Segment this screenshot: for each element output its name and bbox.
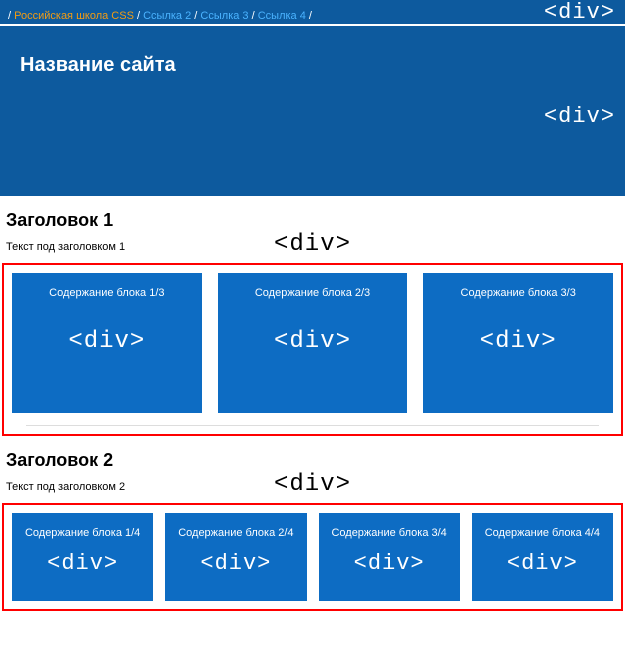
nav-div-tag: <div>: [544, 0, 615, 25]
block-div-tag: <div>: [354, 551, 425, 576]
block-label: Содержание блока 3/4: [319, 527, 460, 539]
section-2: Заголовок 2 Текст под заголовком 2 <div>: [0, 438, 625, 497]
header: Название сайта <div>: [0, 26, 625, 198]
block-2-4: Содержание блока 2/4 <div>: [165, 513, 306, 601]
block-2-3: Содержание блока 2/3 <div>: [218, 273, 408, 413]
row-4cols: Содержание блока 1/4 <div> Содержание бл…: [12, 513, 613, 601]
block-div-tag: <div>: [507, 551, 578, 576]
block-label: Содержание блока 2/3: [218, 287, 408, 299]
section2-div-tag: <div>: [274, 471, 351, 498]
nav-sep: /: [309, 10, 312, 22]
nav-link-1[interactable]: Российская школа CSS: [14, 10, 134, 22]
subtitle-wrapper-1: Текст под заголовком 1 <div>: [6, 241, 619, 253]
block-3-3: Содержание блока 3/3 <div>: [423, 273, 613, 413]
block-1-4: Содержание блока 1/4 <div>: [12, 513, 153, 601]
nav-links: / Российская школа CSS / Ссылка 2 / Ссыл…: [8, 10, 312, 22]
nav-link-3[interactable]: Ссылка 3: [200, 10, 248, 22]
section-1: Заголовок 1 Текст под заголовком 1 <div>: [0, 198, 625, 257]
nav-link-4[interactable]: Ссылка 4: [258, 10, 306, 22]
block-label: Содержание блока 3/3: [423, 287, 613, 299]
container-1: Содержание блока 1/3 <div> Содержание бл…: [2, 263, 623, 436]
block-div-tag: <div>: [480, 328, 557, 355]
nav-link-2[interactable]: Ссылка 2: [143, 10, 191, 22]
block-div-tag: <div>: [68, 328, 145, 355]
block-label: Содержание блока 2/4: [165, 527, 306, 539]
container-2: Содержание блока 1/4 <div> Содержание бл…: [2, 503, 623, 611]
block-div-tag: <div>: [200, 551, 271, 576]
block-3-4: Содержание блока 3/4 <div>: [319, 513, 460, 601]
block-label: Содержание блока 4/4: [472, 527, 613, 539]
site-title: Название сайта: [20, 54, 605, 77]
block-div-tag: <div>: [47, 551, 118, 576]
block-div-tag: <div>: [274, 328, 351, 355]
subtitle-wrapper-2: Текст под заголовком 2 <div>: [6, 481, 619, 493]
block-label: Содержание блока 1/4: [12, 527, 153, 539]
nav-bar: / Российская школа CSS / Ссылка 2 / Ссыл…: [0, 0, 625, 26]
row-3cols: Содержание блока 1/3 <div> Содержание бл…: [12, 273, 613, 413]
section1-div-tag: <div>: [274, 231, 351, 258]
block-4-4: Содержание блока 4/4 <div>: [472, 513, 613, 601]
heading-1: Заголовок 1: [6, 210, 619, 231]
header-div-tag: <div>: [544, 104, 615, 129]
block-label: Содержание блока 1/3: [12, 287, 202, 299]
heading-2: Заголовок 2: [6, 450, 619, 471]
block-1-3: Содержание блока 1/3 <div>: [12, 273, 202, 413]
divider: [26, 425, 599, 426]
